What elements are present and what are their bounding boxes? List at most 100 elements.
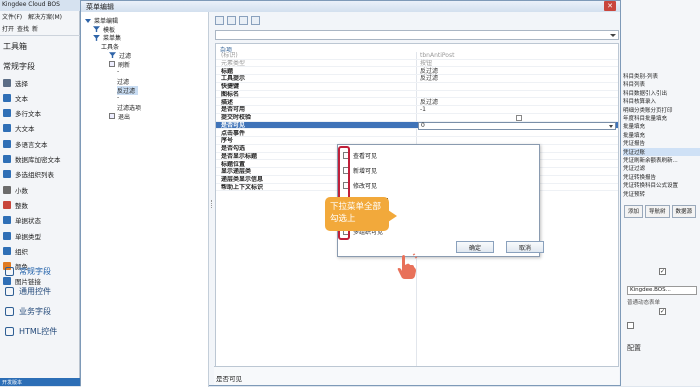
find-button[interactable]: 查找: [17, 26, 29, 33]
right-list-item[interactable]: 批量填充: [623, 131, 700, 139]
splitter-handle[interactable]: [211, 200, 213, 208]
callout-tip: 下拉菜单全部 勾选上: [325, 197, 389, 231]
pointer-icon: [3, 78, 11, 87]
property-value: tbnAntiPost: [420, 52, 455, 59]
callout-line1: 下拉菜单全部: [330, 202, 382, 212]
tree-node[interactable]: -: [117, 68, 119, 75]
toolbox-item[interactable]: 多行文本: [0, 106, 80, 121]
property-row[interactable]: 元素类型 按钮: [216, 60, 618, 68]
property-row[interactable]: 描述 反过滤: [216, 99, 618, 107]
tree-node[interactable]: -: [117, 94, 119, 101]
property-toolbar: [215, 16, 275, 28]
right-list-item[interactable]: 科目类别-列表: [623, 72, 700, 80]
tree-node[interactable]: 过滤: [117, 77, 129, 86]
tree-node[interactable]: 过滤: [109, 51, 131, 60]
config-label: 配置: [627, 344, 641, 352]
toolbox-item[interactable]: 单据状态: [0, 213, 80, 228]
chevron-down-icon: [609, 124, 613, 128]
right-list-item[interactable]: 科目列表: [623, 80, 700, 88]
alphabetical-icon[interactable]: [227, 16, 236, 25]
property-row[interactable]: 是否可用 -1: [216, 106, 618, 114]
tree-node[interactable]: 退出: [109, 112, 130, 121]
right-list-item[interactable]: 凭证过账: [623, 147, 700, 156]
rp-checkbox[interactable]: [627, 322, 634, 329]
right-list-item[interactable]: 凭证过滤: [623, 164, 700, 172]
right-list-item[interactable]: 凭证刷新余额表刷新...: [623, 156, 700, 164]
properties-icon[interactable]: [239, 16, 248, 25]
property-row[interactable]: (标识) tbnAntiPost: [216, 52, 618, 60]
business-fields-icon: [5, 306, 14, 316]
rp-checkbox[interactable]: ✓: [659, 268, 666, 275]
tree-node[interactable]: 菜单集: [93, 33, 121, 42]
toolbox-item[interactable]: 大文本: [0, 121, 80, 136]
toolbox-item[interactable]: 多语言文本: [0, 136, 80, 151]
common-fields-header[interactable]: 常规字段: [0, 60, 80, 72]
right-list-item[interactable]: 年度科目批量填充: [623, 114, 700, 122]
right-list-item[interactable]: 科目数据引入引出: [623, 89, 700, 97]
property-name: 提交时校验: [221, 114, 252, 121]
property-row[interactable]: 快捷键: [216, 83, 618, 91]
right-list-item[interactable]: 凭证转换报告: [623, 173, 700, 181]
property-name: 快捷键: [221, 83, 240, 90]
tree-node[interactable]: 工具条: [101, 42, 119, 51]
right-list-item[interactable]: 明细分类账分页打印: [623, 106, 700, 114]
cancel-button[interactable]: 取消: [506, 241, 544, 253]
property-row[interactable]: 提交时校验: [216, 114, 618, 122]
toolbox-item[interactable]: 组织: [0, 243, 80, 258]
tree-node[interactable]: 过滤选项: [117, 103, 141, 112]
toolbox-item[interactable]: 单据类型: [0, 228, 80, 243]
property-value: -1: [420, 106, 426, 114]
menu-bar: 文件(F) 解决方案(M): [0, 11, 80, 22]
toolbox-category[interactable]: 常规字段: [0, 262, 80, 280]
toolbox-item[interactable]: 整数: [0, 197, 80, 212]
bill-status-icon: [3, 216, 11, 225]
tree-node[interactable]: 刷新: [109, 60, 130, 69]
property-row[interactable]: 是否可见 0: [216, 121, 618, 130]
form-type-label: 普通动态表单: [627, 300, 661, 306]
events-icon[interactable]: [251, 16, 260, 25]
menu-item-icon: [109, 113, 115, 120]
tree-node-label: 过滤选项: [117, 105, 142, 112]
tree-node[interactable]: 菜单编辑: [85, 16, 118, 25]
right-list-item[interactable]: 批量填充: [623, 122, 700, 130]
menu-file[interactable]: 文件(F): [2, 14, 22, 21]
toolbox-category[interactable]: HTML控件: [0, 322, 80, 340]
toolbox-category-label: 常规字段: [19, 266, 51, 276]
property-description: 是否可见: [214, 366, 619, 385]
form-value-field[interactable]: Kingdee.BOS...: [627, 286, 697, 295]
right-list-item[interactable]: 凭证报告: [623, 139, 700, 147]
rp-checkbox[interactable]: ✓: [659, 308, 666, 315]
right-list-item[interactable]: 凭证预转: [623, 190, 700, 198]
close-icon[interactable]: ✕: [604, 1, 616, 11]
html-controls-icon: [5, 326, 14, 336]
tree-node[interactable]: 反过滤: [117, 85, 139, 95]
ok-button[interactable]: 确定: [456, 241, 494, 253]
toolbox-category[interactable]: 业务字段: [0, 302, 80, 320]
tree-node[interactable]: 模板: [93, 25, 115, 34]
property-row[interactable]: 点击事件: [216, 130, 618, 138]
toolbox-item[interactable]: 文本: [0, 90, 80, 105]
right-list-item[interactable]: 凭证转换科目公式设置: [623, 181, 700, 189]
new-button[interactable]: 新: [32, 26, 38, 33]
categorized-icon[interactable]: [215, 16, 224, 25]
toolbox-item[interactable]: 数据库加密文本: [0, 152, 80, 167]
property-checkbox[interactable]: [516, 115, 522, 121]
toolbox-category[interactable]: 通用控件: [0, 282, 80, 300]
callout-arrow: [388, 210, 397, 222]
open-button[interactable]: 打开: [2, 26, 14, 33]
toolbox-item[interactable]: 选择: [0, 75, 80, 90]
menu-solution[interactable]: 解决方案(M): [28, 14, 62, 21]
toolbox-item[interactable]: 小数: [0, 182, 80, 197]
toolbox-item[interactable]: 多选组织列表: [0, 167, 80, 182]
add-button[interactable]: 添加: [624, 205, 644, 218]
property-row[interactable]: 标题 反过滤: [216, 68, 618, 76]
property-row[interactable]: 图标名: [216, 91, 618, 99]
toolbox-item-label: 文本: [15, 94, 28, 103]
datasource-button[interactable]: 数据源: [671, 205, 697, 218]
dialog-titlebar: 菜单编辑 ✕: [81, 1, 620, 12]
property-name: 标题: [221, 67, 234, 75]
object-selector[interactable]: [215, 30, 619, 40]
property-row[interactable]: 工具提示 反过滤: [216, 75, 618, 83]
nav-tree-button[interactable]: 导航树: [645, 205, 670, 218]
right-list-item[interactable]: 科目核算录入: [623, 97, 700, 105]
